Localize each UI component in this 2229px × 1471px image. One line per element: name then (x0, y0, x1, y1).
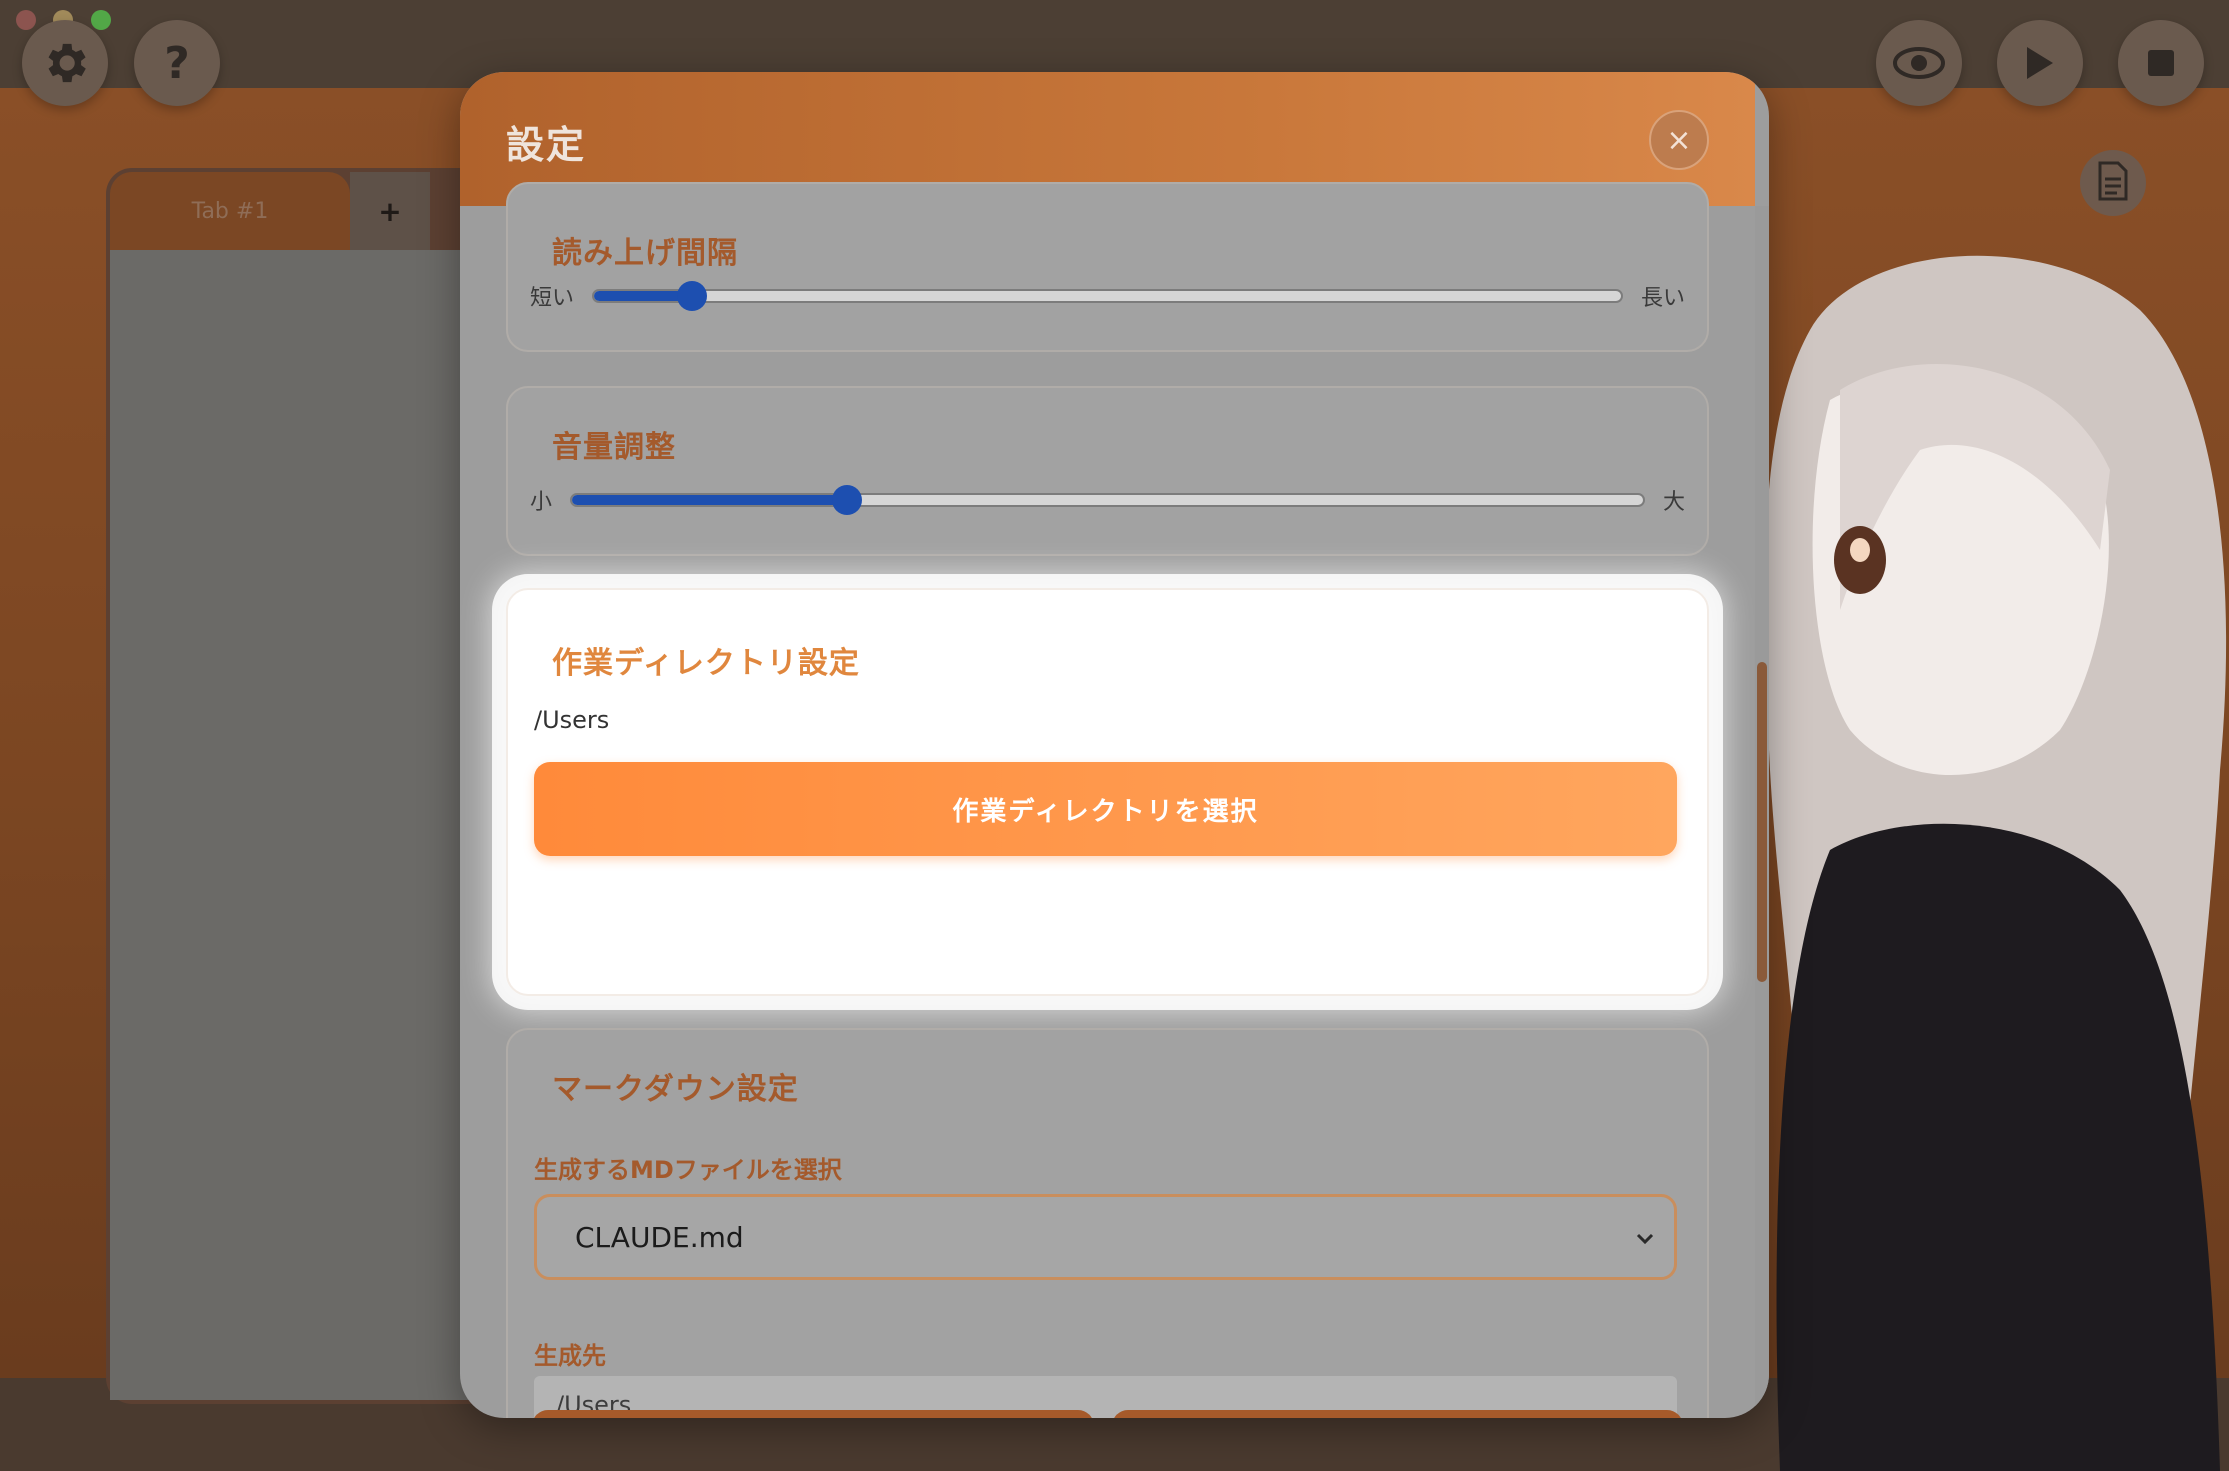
slider-fill (572, 495, 848, 505)
stop-button[interactable] (2118, 20, 2204, 106)
slider-max-label: 大 (1662, 490, 1685, 515)
settings-button[interactable] (22, 20, 108, 106)
play-icon (2023, 44, 2057, 82)
help-button[interactable]: ? (134, 20, 220, 106)
volume-slider[interactable] (570, 485, 1645, 515)
markdown-card: マークダウン設定 生成するMDファイルを選択 CLAUDE.md 生成先 /Us… (506, 1028, 1709, 1418)
slider-max-label: 長い (1640, 286, 1685, 311)
modal-scrollbar-thumb[interactable] (1757, 662, 1767, 982)
close-button[interactable]: × (1649, 110, 1709, 170)
markdown-action-button[interactable] (532, 1410, 1094, 1418)
volume-title: 音量調整 (552, 430, 676, 465)
tab-1[interactable]: Tab #1 (110, 172, 350, 250)
settings-modal: 設定 × 読み上げ間隔 短い 長い 音量調整 小 大 作業ディレクトリ設定 /U… (460, 72, 1769, 1418)
close-icon: × (1666, 122, 1692, 158)
workdir-card: 作業ディレクトリ設定 /Users 作業ディレクトリを選択 (506, 588, 1709, 996)
question-icon: ? (164, 37, 190, 89)
stop-icon (2147, 49, 2175, 77)
tab-label: Tab #1 (191, 198, 269, 224)
reading-interval-slider[interactable] (592, 281, 1623, 311)
slider-handle[interactable] (832, 485, 863, 515)
document-button[interactable] (2080, 150, 2146, 216)
character-illustration (1740, 250, 2229, 1471)
markdown-title: マークダウン設定 (552, 1072, 799, 1107)
reading-interval-title: 読み上げ間隔 (552, 236, 738, 271)
eye-icon (1892, 45, 1946, 81)
slider-min-label: 小 (530, 490, 553, 515)
gear-icon (39, 37, 91, 89)
modal-title: 設定 (506, 123, 587, 167)
chevron-down-icon (1634, 1223, 1656, 1256)
md-file-value: CLAUDE.md (575, 1220, 744, 1254)
volume-slider-row: 小 大 (530, 480, 1685, 520)
reading-interval-card: 読み上げ間隔 短い 長い (506, 182, 1709, 352)
md-file-label: 生成するMDファイルを選択 (534, 1156, 842, 1184)
select-workdir-button[interactable]: 作業ディレクトリを選択 (534, 762, 1677, 856)
document-icon (2096, 161, 2130, 205)
slider-handle[interactable] (676, 281, 707, 311)
reading-interval-slider-row: 短い 長い (530, 276, 1685, 316)
md-file-select[interactable]: CLAUDE.md (534, 1194, 1677, 1280)
window-zoom-dot[interactable] (91, 10, 111, 30)
markdown-secondary-button[interactable] (1112, 1410, 1683, 1418)
workdir-title: 作業ディレクトリ設定 (552, 646, 860, 681)
play-button[interactable] (1997, 20, 2083, 106)
add-tab-button[interactable]: + (350, 172, 430, 250)
slider-min-label: 短い (530, 286, 575, 311)
view-button[interactable] (1876, 20, 1962, 106)
workdir-path: /Users (534, 706, 610, 734)
volume-card: 音量調整 小 大 (506, 386, 1709, 556)
dest-label: 生成先 (534, 1342, 606, 1370)
window-close-dot[interactable] (16, 10, 36, 30)
